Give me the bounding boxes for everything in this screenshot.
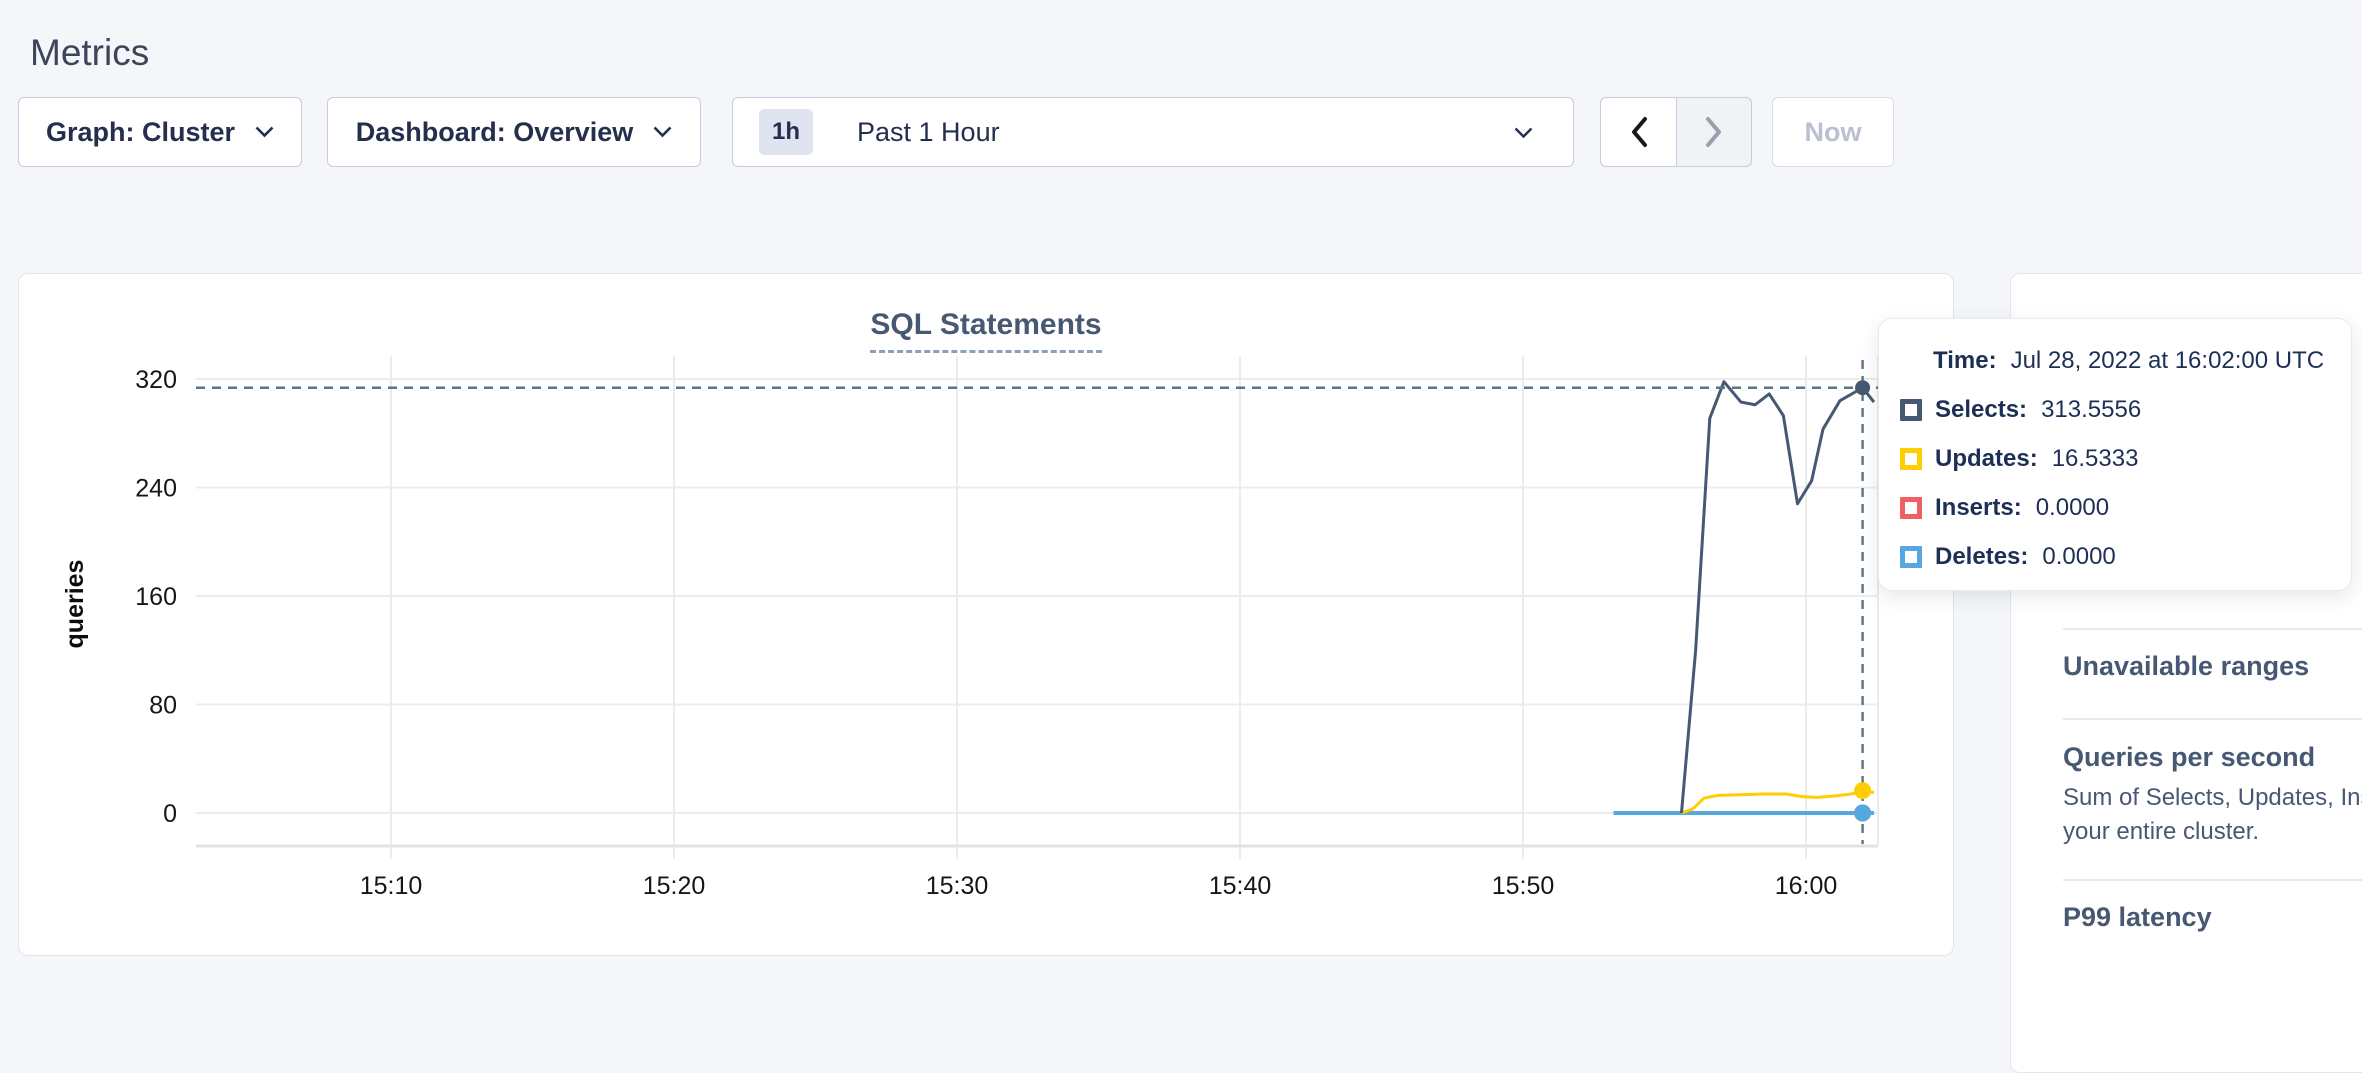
deletes-swatch-icon: [1900, 546, 1922, 568]
sidebar-item-p99-latency: P99 latency: [2063, 902, 2212, 933]
y-tick-label: 0: [163, 800, 177, 828]
time-range-select[interactable]: 1h Past 1 Hour: [732, 97, 1574, 167]
tooltip-row-deletes: Deletes: 0.0000: [1900, 541, 2351, 573]
x-tick-label: 15:30: [926, 872, 989, 900]
sql-statements-chart[interactable]: 0 80 160 240 320 15:10 15:20 15:30 15:40 15:50 16:…: [19, 274, 1953, 955]
graph-dropdown[interactable]: Graph: Cluster: [18, 97, 302, 167]
now-button[interactable]: Now: [1772, 97, 1894, 167]
x-tick-label: 15:20: [643, 872, 706, 900]
y-tick-label: 240: [135, 475, 177, 503]
divider: [2063, 718, 2362, 720]
chevron-down-icon: [653, 126, 672, 138]
graph-dropdown-label: Graph: Cluster: [46, 117, 235, 148]
prev-time-button[interactable]: [1600, 97, 1676, 167]
x-tick-label: 15:10: [360, 872, 423, 900]
x-tick-label: 16:00: [1775, 872, 1838, 900]
queries-per-second-description: Sum of Selects, Updates, Inserts and Del…: [2063, 781, 2362, 849]
x-tick-label: 15:50: [1492, 872, 1555, 900]
chevron-down-icon: [1514, 127, 1533, 139]
divider: [2063, 628, 2362, 630]
chart-tooltip: Time: Jul 28, 2022 at 16:02:00 UTC Selec…: [1878, 318, 2352, 591]
tooltip-time-label: Time:: [1933, 347, 1997, 375]
tooltip-row-inserts: Inserts: 0.0000: [1900, 492, 2351, 524]
y-axis-label: queries: [61, 560, 89, 649]
sql-statements-card: SQL Statements 08016024032015:1015:2015:…: [18, 273, 1954, 956]
y-tick-label: 320: [135, 366, 177, 394]
tooltip-row-selects: Selects: 313.5556: [1900, 394, 2351, 426]
tooltip-time-value: Jul 28, 2022 at 16:02:00 UTC: [2011, 347, 2325, 375]
page-title: Metrics: [30, 27, 149, 79]
updates-swatch-icon: [1900, 448, 1922, 470]
chevron-down-icon: [255, 126, 274, 138]
divider: [2063, 879, 2362, 881]
series-line-updates: [1681, 791, 1873, 813]
highlight-dot-deletes: [1854, 805, 1871, 822]
sidebar-item-unavailable-ranges: Unavailable ranges: [2063, 651, 2309, 682]
selects-swatch-icon: [1900, 399, 1922, 421]
chevron-right-icon: [1704, 116, 1724, 148]
dashboard-dropdown-label: Dashboard: Overview: [356, 117, 634, 148]
dashboard-dropdown[interactable]: Dashboard: Overview: [327, 97, 701, 167]
tooltip-time-row: Time: Jul 28, 2022 at 16:02:00 UTC: [1900, 345, 2351, 377]
series-line-selects: [1681, 382, 1873, 813]
time-pager: [1600, 97, 1752, 167]
y-tick-label: 80: [149, 692, 177, 720]
highlight-dot-updates: [1854, 782, 1871, 799]
next-time-button[interactable]: [1676, 97, 1752, 167]
tooltip-row-updates: Updates: 16.5333: [1900, 443, 2351, 475]
sidebar-item-queries-per-second: Queries per second: [2063, 742, 2315, 773]
chevron-left-icon: [1629, 116, 1649, 148]
time-range-badge: 1h: [759, 109, 813, 155]
now-button-label: Now: [1805, 117, 1862, 148]
time-range-label: Past 1 Hour: [857, 117, 1000, 148]
highlight-dot-selects: [1855, 380, 1870, 395]
y-tick-label: 160: [135, 583, 177, 611]
x-tick-label: 15:40: [1209, 872, 1272, 900]
inserts-swatch-icon: [1900, 497, 1922, 519]
